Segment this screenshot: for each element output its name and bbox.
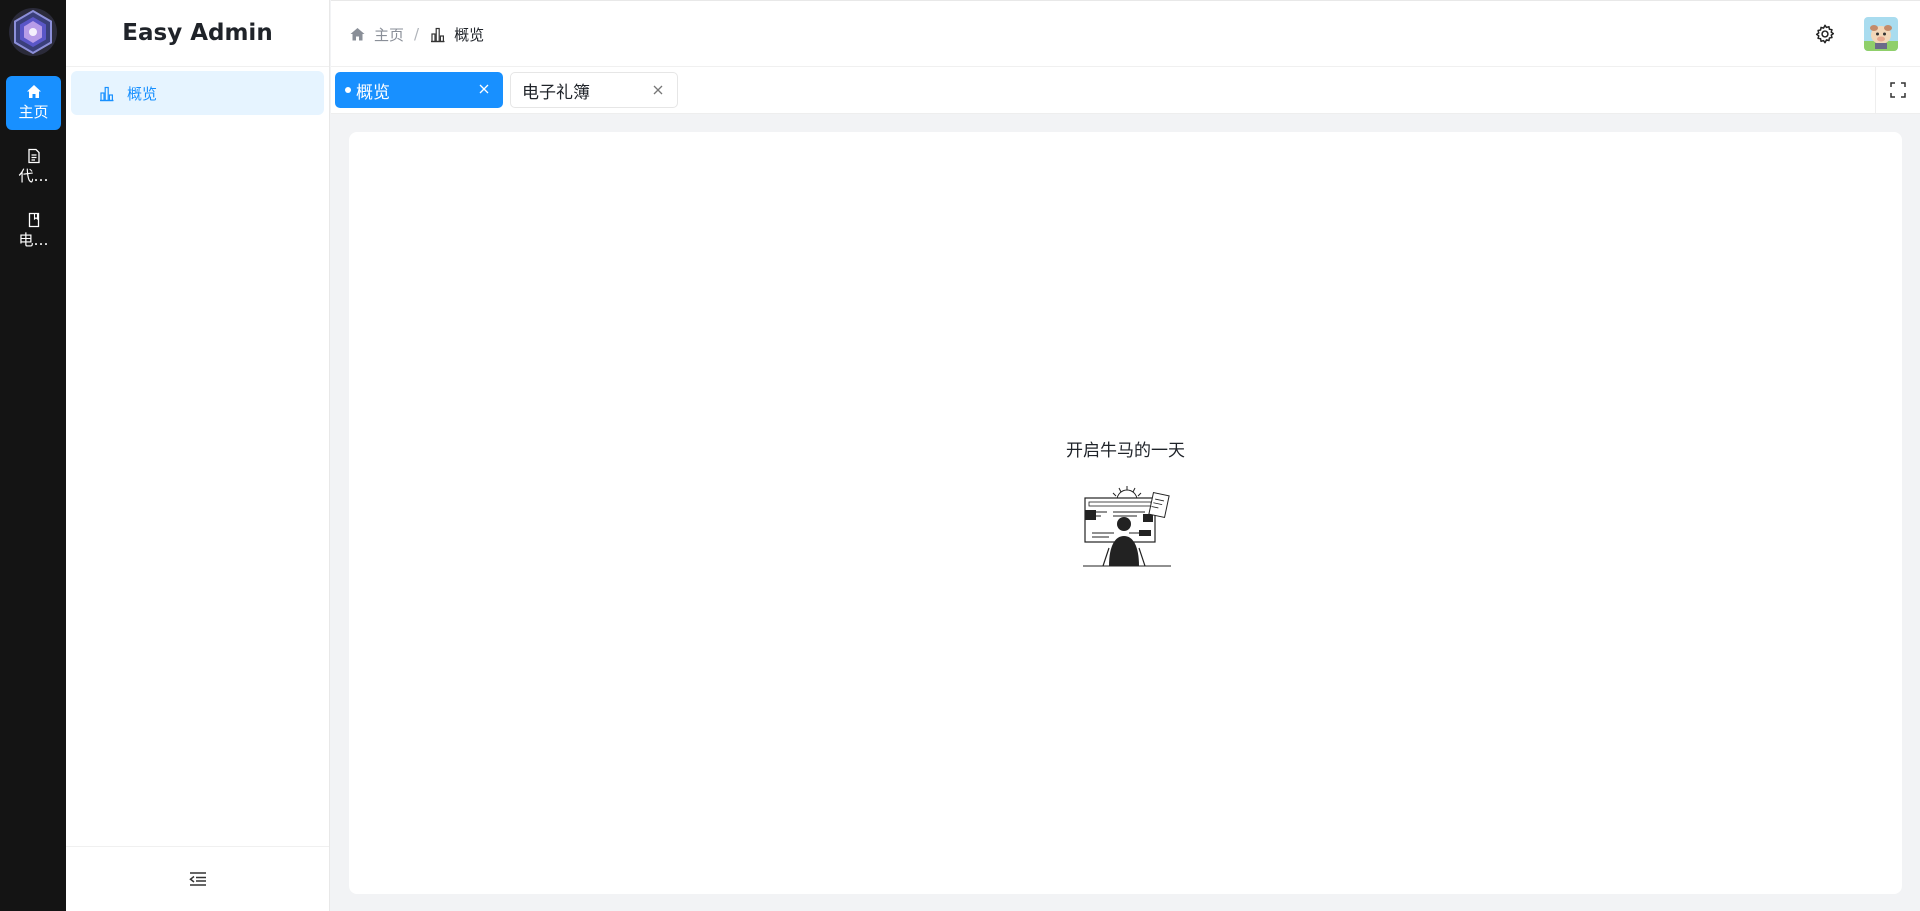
header-actions bbox=[1814, 1, 1898, 67]
home-icon bbox=[350, 27, 365, 40]
top-header: 主页 / 概览 bbox=[331, 0, 1920, 67]
breadcrumb-separator: / bbox=[414, 25, 420, 43]
rail-item-label: 电… bbox=[18, 231, 49, 249]
avatar[interactable] bbox=[1864, 17, 1898, 51]
tab-label: 概览 bbox=[356, 82, 390, 103]
rail-item-label: 主页 bbox=[18, 103, 49, 121]
tab-bar: 概览 电子礼簿 bbox=[331, 67, 1920, 114]
close-icon[interactable] bbox=[651, 83, 665, 97]
breadcrumb: 主页 / 概览 bbox=[349, 1, 484, 67]
active-dot-icon bbox=[345, 87, 351, 93]
breadcrumb-item-home[interactable]: 主页 bbox=[349, 24, 404, 45]
app-brand: Easy Admin bbox=[66, 0, 329, 67]
close-icon[interactable] bbox=[477, 82, 491, 96]
welcome-text: 开启牛马的一天 bbox=[1066, 441, 1185, 461]
person-at-computer-illustration bbox=[1083, 486, 1171, 567]
rail-item-label: 代… bbox=[18, 167, 49, 185]
breadcrumb-label: 主页 bbox=[374, 25, 405, 44]
fullscreen-icon[interactable] bbox=[1875, 67, 1920, 113]
tab-giftbook[interactable]: 电子礼簿 bbox=[510, 72, 678, 108]
sidebar-item-overview[interactable]: 概览 bbox=[71, 71, 324, 115]
document-icon bbox=[27, 148, 40, 164]
home-icon bbox=[26, 85, 41, 98]
tab-label: 电子礼簿 bbox=[522, 82, 590, 103]
menu-fold-icon[interactable] bbox=[186, 867, 210, 891]
tab-overview[interactable]: 概览 bbox=[335, 72, 503, 108]
sidebar: Easy Admin 概览 bbox=[66, 0, 330, 911]
rail-item-code[interactable]: 代… bbox=[6, 140, 61, 194]
breadcrumb-label: 概览 bbox=[454, 25, 485, 44]
sidebar-item-label: 概览 bbox=[127, 84, 158, 103]
hexagon-logo-icon[interactable] bbox=[8, 7, 58, 57]
breadcrumb-item-overview: 概览 bbox=[429, 24, 484, 45]
sidebar-footer bbox=[66, 846, 329, 911]
icon-rail: 主页 代… 电… bbox=[0, 0, 66, 911]
gear-icon[interactable] bbox=[1814, 23, 1836, 45]
rail-item-home[interactable]: 主页 bbox=[6, 76, 61, 130]
book-icon bbox=[28, 212, 39, 228]
rail-item-giftbook[interactable]: 电… bbox=[6, 204, 61, 258]
main-content: 开启牛马的一天 bbox=[349, 132, 1902, 894]
bar-chart-icon bbox=[100, 86, 114, 101]
bar-chart-icon bbox=[431, 27, 445, 42]
